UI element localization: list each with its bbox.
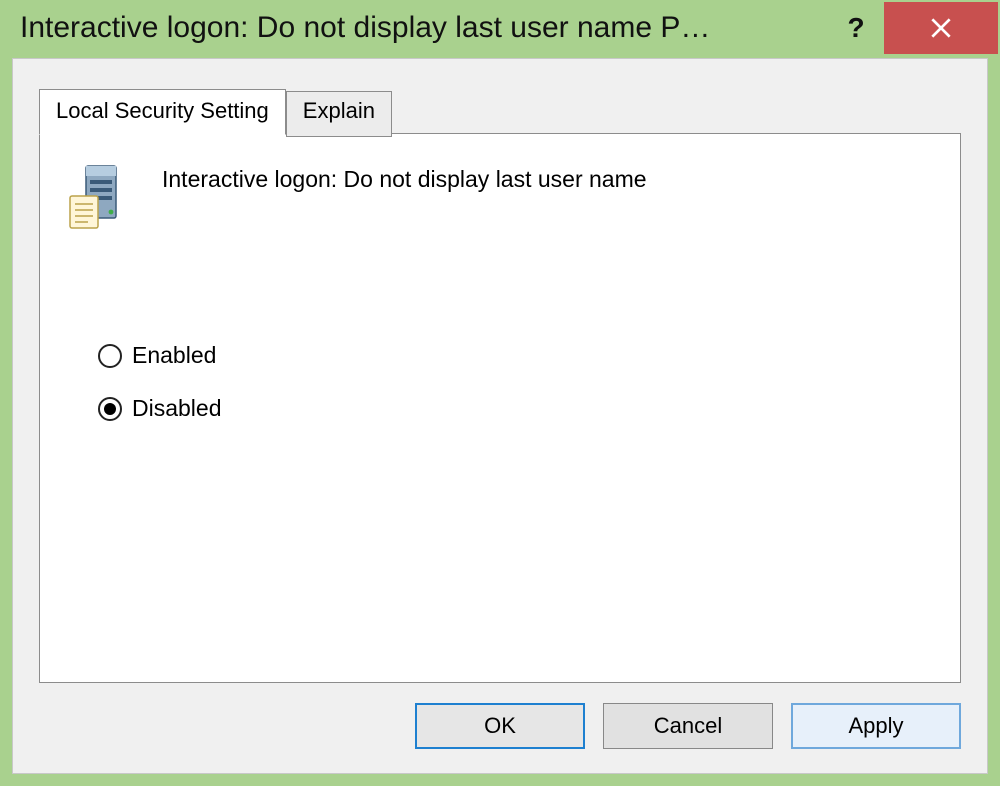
client-area: Local Security Setting Explain <box>12 58 988 774</box>
policy-name: Interactive logon: Do not display last u… <box>162 162 647 193</box>
radio-disabled[interactable]: Disabled <box>98 395 960 422</box>
radio-enabled-label: Enabled <box>132 342 216 369</box>
radio-disabled-indicator <box>98 397 122 421</box>
policy-header: Interactive logon: Do not display last u… <box>40 134 960 232</box>
properties-dialog: Interactive logon: Do not display last u… <box>0 0 1000 786</box>
title-bar: Interactive logon: Do not display last u… <box>2 2 998 54</box>
window-title: Interactive logon: Do not display last u… <box>20 11 828 45</box>
tab-strip: Local Security Setting Explain <box>39 89 961 135</box>
tab-panel: Interactive logon: Do not display last u… <box>39 133 961 683</box>
policy-server-icon <box>66 162 130 232</box>
tab-local-security-setting[interactable]: Local Security Setting <box>39 89 286 135</box>
close-icon <box>928 15 954 41</box>
radio-group: Enabled Disabled <box>40 232 960 422</box>
radio-enabled[interactable]: Enabled <box>98 342 960 369</box>
cancel-button[interactable]: Cancel <box>603 703 773 749</box>
tab-container: Local Security Setting Explain <box>39 89 961 683</box>
help-icon[interactable]: ? <box>828 2 884 54</box>
close-button[interactable] <box>884 2 998 54</box>
apply-button[interactable]: Apply <box>791 703 961 749</box>
radio-disabled-label: Disabled <box>132 395 222 422</box>
ok-button[interactable]: OK <box>415 703 585 749</box>
tab-explain[interactable]: Explain <box>286 91 392 137</box>
radio-enabled-indicator <box>98 344 122 368</box>
dialog-buttons: OK Cancel Apply <box>415 703 961 749</box>
title-controls: ? <box>828 2 998 54</box>
